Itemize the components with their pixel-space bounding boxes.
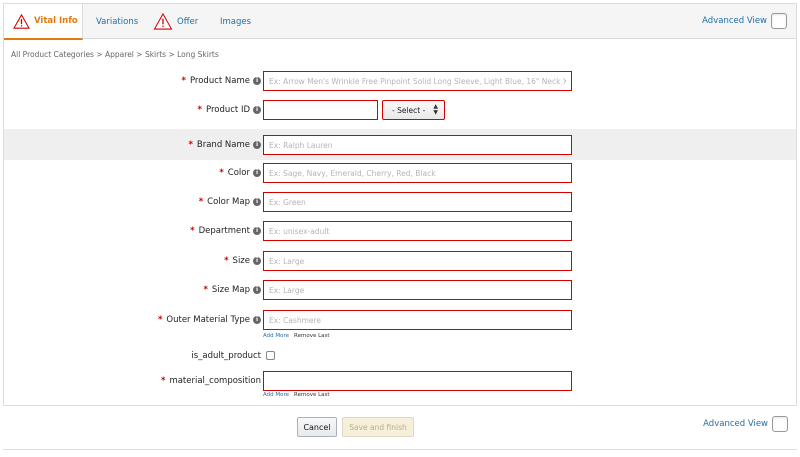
size-map-input[interactable]	[263, 280, 572, 300]
label-text: Brand Name	[196, 139, 250, 150]
tab-label: Images	[220, 16, 252, 27]
info-icon[interactable]: i	[253, 316, 261, 324]
product-id-input[interactable]	[263, 100, 378, 120]
info-icon[interactable]: i	[253, 77, 261, 85]
required-marker: *	[224, 256, 229, 266]
required-marker: *	[203, 285, 208, 295]
tab-label: Vital Info	[34, 16, 78, 26]
label-text: Color Map	[207, 197, 250, 207]
advanced-view-toggle-bottom[interactable]: Advanced View	[703, 416, 788, 432]
add-more-link[interactable]: Add More	[263, 392, 289, 398]
label-text: Product Name	[189, 76, 250, 86]
color-input[interactable]	[263, 163, 572, 183]
field-label: * Product Name i	[181, 67, 261, 95]
required-marker: *	[190, 226, 195, 236]
warning-icon	[13, 13, 30, 29]
field-row-material-composition: * material_composition	[4, 367, 796, 395]
required-marker: *	[157, 315, 163, 325]
material-composition-add-remove: Add More Remove Last	[263, 392, 330, 398]
info-icon[interactable]: i	[253, 140, 261, 149]
field-label: is_adult_product	[191, 342, 261, 370]
field-row-size: * Size i	[4, 247, 796, 275]
divider	[3, 449, 797, 450]
required-marker: *	[181, 76, 186, 86]
tab-offer[interactable]: Offer	[153, 4, 198, 39]
field-label: * Brand Name i	[188, 129, 261, 160]
remove-last-link[interactable]: Remove Last	[294, 333, 330, 339]
label-text: Size Map	[211, 285, 250, 295]
required-marker: *	[197, 105, 202, 115]
label-text: material_composition	[169, 376, 261, 386]
field-row-color-map: * Color Map i	[4, 188, 796, 216]
department-input[interactable]	[263, 221, 572, 241]
field-row-product-name: * Product Name i	[4, 67, 796, 95]
form-footer: Cancel Save and finish Advanced View	[0, 406, 800, 446]
required-marker: *	[160, 376, 166, 386]
info-icon[interactable]: i	[253, 286, 261, 294]
label-text: Size	[232, 256, 250, 266]
toggle-switch[interactable]	[772, 416, 788, 432]
product-id-type-select[interactable]: - Select - ▲ ▼	[382, 100, 445, 120]
breadcrumb: All Product Categories > Apparel > Skirt…	[11, 50, 219, 59]
required-marker: *	[219, 168, 224, 178]
cancel-button[interactable]: Cancel	[297, 417, 337, 437]
field-label: * Size i	[224, 247, 261, 275]
info-icon[interactable]: i	[253, 198, 261, 206]
outer-material-add-remove: Add More Remove Last	[263, 333, 330, 339]
field-label: * Outer Material Type i	[158, 306, 261, 334]
size-input[interactable]	[263, 251, 572, 271]
field-row-size-map: * Size Map i	[4, 276, 796, 304]
material-composition-input[interactable]	[263, 371, 572, 391]
info-icon[interactable]: i	[253, 106, 261, 114]
label-text: Outer Material Type	[166, 315, 250, 325]
brand-name-input[interactable]	[263, 135, 572, 155]
label-text: Product ID	[205, 105, 250, 115]
tab-variations[interactable]: Variations	[96, 4, 138, 39]
tab-vital-info[interactable]: Vital Info	[4, 4, 83, 40]
required-marker: *	[198, 197, 204, 207]
add-more-link[interactable]: Add More	[263, 333, 289, 339]
field-row-is-adult-product: is_adult_product	[4, 342, 796, 370]
color-map-input[interactable]	[263, 192, 572, 212]
info-icon[interactable]: i	[253, 227, 261, 235]
select-arrows-icon: ▲ ▼	[433, 103, 438, 116]
field-row-brand-name: * Brand Name i	[4, 129, 796, 160]
field-label: * Product ID i	[198, 96, 261, 124]
tab-label: Offer	[177, 16, 199, 27]
field-row-color: * Color i	[4, 159, 796, 187]
remove-last-link[interactable]: Remove Last	[294, 392, 330, 398]
advanced-view-label: Advanced View	[703, 419, 768, 429]
label-text: is_adult_product	[191, 351, 261, 361]
tab-bar: Vital Info Variations Offer Images Advan…	[4, 4, 796, 40]
field-label: * Size Map i	[203, 276, 261, 304]
warning-icon	[153, 13, 173, 30]
label-text: Color	[227, 168, 250, 178]
field-label: * Color i	[219, 159, 261, 187]
tab-label: Variations	[96, 16, 139, 27]
field-row-product-id: * Product ID i - Select - ▲ ▼	[4, 96, 796, 124]
required-marker: *	[188, 139, 193, 150]
save-and-finish-button[interactable]: Save and finish	[342, 417, 414, 437]
product-name-input[interactable]	[263, 71, 572, 91]
advanced-view-toggle[interactable]: Advanced View	[702, 13, 787, 29]
field-row-department: * Department i	[4, 217, 796, 245]
info-icon[interactable]: i	[253, 169, 261, 177]
toggle-switch[interactable]	[771, 13, 787, 29]
outer-material-type-input[interactable]	[263, 310, 572, 330]
label-text: Department	[198, 226, 250, 236]
field-row-outer-material-type: * Outer Material Type i	[4, 306, 796, 334]
field-label: * Color Map i	[199, 188, 261, 216]
field-label: * material_composition	[161, 367, 261, 395]
select-value: - Select -	[392, 105, 426, 115]
tab-images[interactable]: Images	[220, 4, 251, 39]
is-adult-product-checkbox[interactable]	[266, 351, 275, 360]
advanced-view-label: Advanced View	[702, 16, 767, 26]
product-form-panel: Vital Info Variations Offer Images Advan…	[3, 3, 797, 406]
field-label: * Department i	[190, 217, 261, 245]
info-icon[interactable]: i	[253, 257, 261, 265]
